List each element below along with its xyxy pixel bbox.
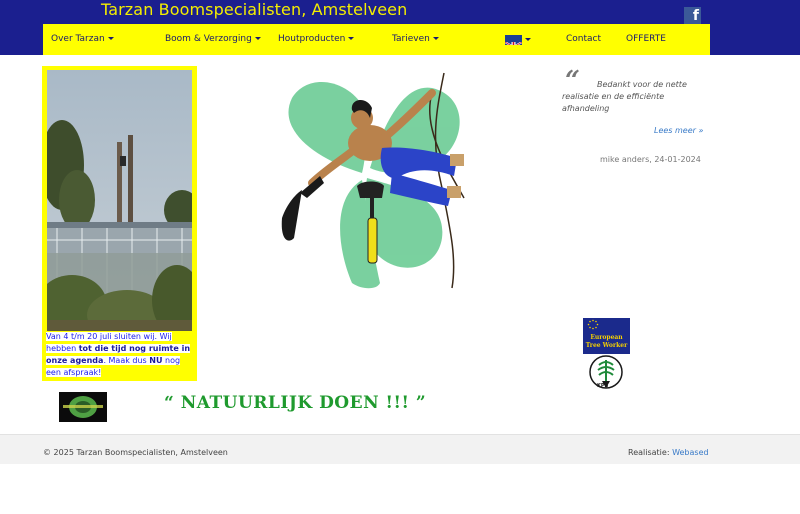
closing-notice: Van 4 t/m 20 juli sluiten wij. Wij hebbe… xyxy=(42,66,197,381)
caret-down-icon xyxy=(107,37,114,40)
nav-item-offerte[interactable]: OFFERTE xyxy=(626,24,666,55)
kpb-logo-text: KPB xyxy=(597,383,609,389)
webased-link[interactable]: Webased xyxy=(672,448,709,457)
notice-text: Van 4 t/m 20 juli sluiten wij. Wij hebbe… xyxy=(46,331,196,379)
etw-logo-text: European Tree Worker xyxy=(585,334,628,349)
caret-down-icon xyxy=(254,37,261,40)
nav-item-label: Boom & Verzorging xyxy=(165,34,252,44)
facebook-icon[interactable]: f xyxy=(684,7,701,24)
tree-felling-photo xyxy=(47,70,192,331)
uk-flag-icon xyxy=(505,35,522,45)
notice-text-bold: NU xyxy=(149,356,163,365)
testimonial-author: mike anders, 24-01-2024 xyxy=(600,155,701,164)
caret-down-icon xyxy=(432,37,439,40)
nav-item-over-tarzan[interactable]: Over Tarzan xyxy=(51,24,114,55)
slogan: “ NATUURLIJK DOEN !!! ” xyxy=(164,393,427,413)
testimonial-text: Bedankt voor de nette realisatie en de e… xyxy=(562,80,687,113)
main-navbar: Over Tarzan Boom & Verzorging Houtproduc… xyxy=(43,24,710,55)
nav-item-label: OFFERTE xyxy=(626,34,666,44)
nav-item-tarieven[interactable]: Tarieven xyxy=(392,24,439,55)
nav-item-label: Contact xyxy=(566,34,602,44)
nav-item-label: Over Tarzan xyxy=(51,34,105,44)
caret-down-icon xyxy=(525,38,531,41)
site-header: Tarzan Boomspecialisten, Amstelveen Over… xyxy=(0,0,800,55)
tarzan-clover-illustration xyxy=(272,68,477,290)
language-selector[interactable] xyxy=(505,24,533,55)
read-more-link[interactable]: Lees meer » xyxy=(654,126,703,135)
tarzan-small-logo xyxy=(59,392,107,422)
realisatie-credit: Realisatie: Webased xyxy=(628,448,709,457)
nav-item-houtproducten[interactable]: Houtproducten xyxy=(278,24,355,55)
caret-down-icon xyxy=(348,37,355,40)
site-title[interactable]: Tarzan Boomspecialisten, Amstelveen xyxy=(101,0,407,19)
site-footer: © 2025 Tarzan Boomspecialisten, Amstelve… xyxy=(0,434,800,464)
nav-item-label: Houtproducten xyxy=(278,34,346,44)
european-tree-worker-logo: European Tree Worker xyxy=(583,318,630,354)
nav-item-boom-verzorging[interactable]: Boom & Verzorging xyxy=(165,24,261,55)
realisatie-label: Realisatie: xyxy=(628,448,673,457)
nav-item-label: Tarieven xyxy=(392,34,430,44)
nav-item-contact[interactable]: Contact xyxy=(566,24,601,55)
copyright-text: © 2025 Tarzan Boomspecialisten, Amstelve… xyxy=(43,448,228,457)
notice-text-part: . Maak dus xyxy=(103,356,150,365)
